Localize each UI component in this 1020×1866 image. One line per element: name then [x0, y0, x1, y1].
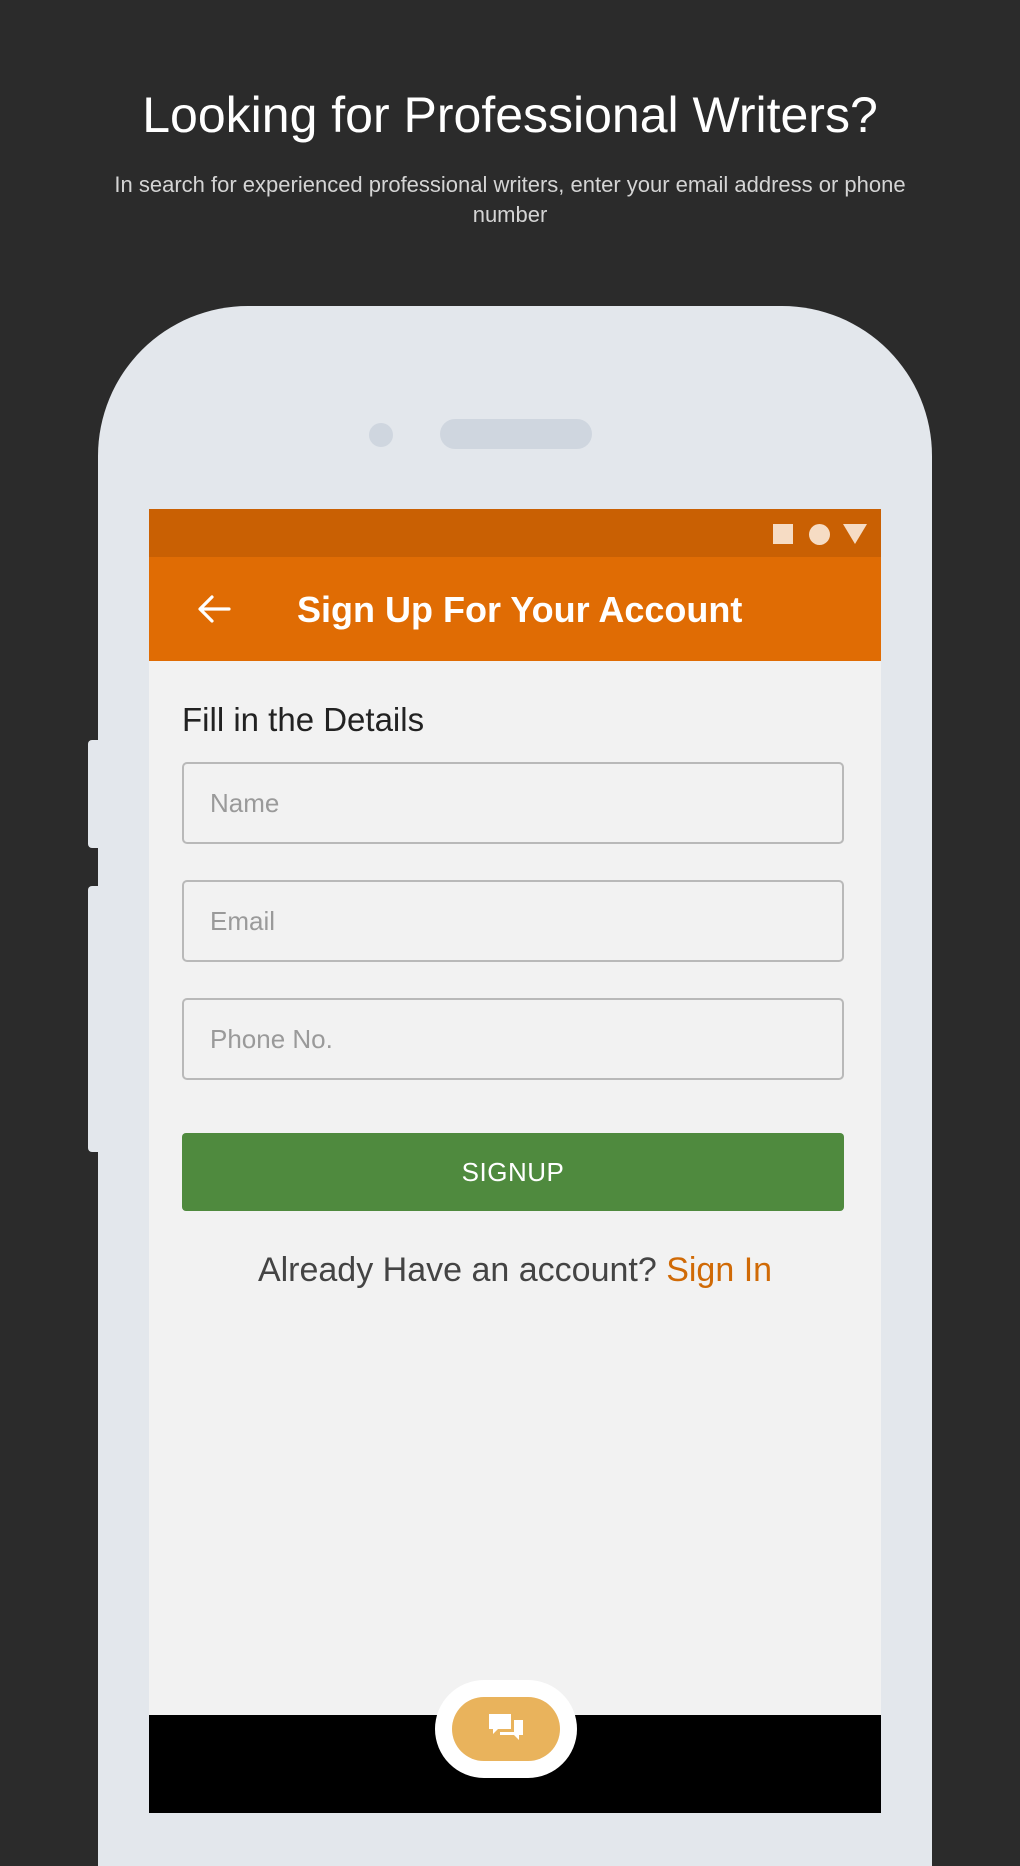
already-have-account-text: Already Have an account? — [257, 1251, 657, 1289]
app-bar-title: Sign Up For Your Account — [297, 589, 743, 630]
app-bar: Sign Up For Your Account — [149, 557, 881, 661]
square-icon — [773, 524, 793, 544]
chat-button-inner — [452, 1697, 560, 1761]
phone-field[interactable] — [182, 998, 844, 1080]
form-heading: Fill in the Details — [182, 701, 425, 738]
phone-camera — [369, 423, 393, 447]
promo-title: Looking for Professional Writers? — [142, 87, 878, 143]
status-bar — [149, 509, 881, 557]
chat-button[interactable] — [435, 1680, 577, 1778]
signup-button[interactable]: SIGNUP — [182, 1133, 844, 1211]
phone-speaker — [440, 419, 592, 449]
triangle-icon — [843, 524, 867, 544]
back-arrow-icon[interactable] — [197, 593, 231, 625]
phone-screen: Sign Up For Your Account Fill in the Det… — [149, 509, 881, 1813]
promo-subtitle: In search for experienced professional w… — [114, 172, 906, 227]
circle-icon — [809, 524, 830, 545]
email-field[interactable] — [182, 880, 844, 962]
chat-bubbles-icon — [489, 1714, 523, 1740]
signin-link[interactable]: Sign In — [666, 1251, 772, 1289]
signin-row: Already Have an account? Sign In — [149, 1251, 881, 1290]
name-field[interactable] — [182, 762, 844, 844]
